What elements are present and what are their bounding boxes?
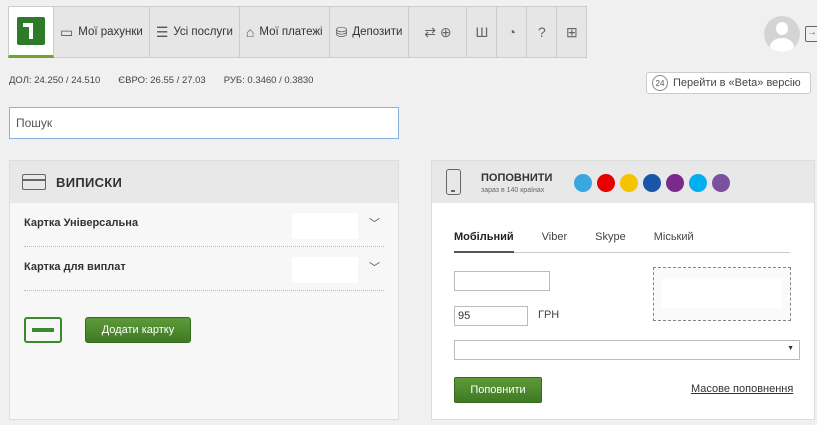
add-card-button[interactable]: Додати картку [85, 317, 191, 343]
card-name: Картка Універсальна [24, 217, 139, 229]
cart-icon[interactable]: ⊞ [557, 6, 588, 58]
topup-submit-button[interactable]: Поповнити [454, 377, 542, 403]
rate-rub: РУБ: 0.3460 / 0.3830 [223, 75, 314, 86]
chevron-down-icon[interactable]: ﹀ [369, 259, 380, 275]
top-navigation: ▭ Мої рахунки ☰ Усі послуги ⌂ Мої платежі ⛁… [0, 0, 817, 64]
phone-number-input[interactable] [454, 271, 550, 291]
rate-eur: ЄВРО: 26.55 / 27.03 [118, 75, 206, 86]
card-select-box[interactable] [653, 267, 791, 321]
topup-tabs: Мобільний Viber Skype Міський [454, 231, 790, 253]
operator-list [574, 174, 730, 192]
card-name: Картка для виплат [24, 261, 126, 273]
rate-usd: ДОЛ: 24.250 / 24.510 [9, 75, 101, 86]
tab-my-accounts[interactable]: ▭ Мої рахунки [54, 6, 150, 58]
peoplenet-icon[interactable] [666, 174, 684, 192]
transfer-icon[interactable]: ⇄ ⊕ [409, 6, 468, 58]
card-icon [22, 174, 46, 190]
tab-deposits[interactable]: ⛁ Депозити [329, 6, 410, 58]
list-icon: ☰ [155, 23, 169, 40]
currency-label: ГРН [538, 309, 560, 321]
tab-my-payments[interactable]: ⌂ Мої платежі [239, 6, 330, 58]
tab-label: Усі послуги [173, 26, 233, 38]
topup-title: ПОПОВНИТИ [481, 172, 553, 184]
logo-icon [17, 17, 45, 45]
tab-all-services[interactable]: ☰ Усі послуги [149, 6, 240, 58]
kyivstar-icon[interactable] [574, 174, 592, 192]
viber-icon[interactable] [712, 174, 730, 192]
timer-icon[interactable]: ◔ [497, 6, 528, 58]
mass-topup-link[interactable]: Масове поповнення [691, 383, 793, 395]
help-icon[interactable]: ? [527, 6, 558, 58]
coins-icon: ⛁ [335, 23, 348, 40]
exchange-rates: ДОЛ: 24.250 / 24.510 ЄВРО: 26.55 / 27.03… [9, 75, 325, 86]
topup-panel: ПОПОВНИТИ зараз в 140 країнах Мобільний … [431, 160, 815, 420]
nav-bar: ▭ Мої рахунки ☰ Усі послуги ⌂ Мої платежі ⛁… [8, 6, 588, 58]
lifecell-icon[interactable] [620, 174, 638, 192]
tab-viber[interactable]: Viber [542, 231, 567, 252]
trident-icon[interactable]: Ш [467, 6, 498, 58]
statements-header: ВИПИСКИ [10, 161, 398, 203]
card-row[interactable]: Картка Універсальна ﹀ [24, 203, 384, 247]
tab-skype[interactable]: Skype [595, 231, 626, 252]
tab-label: Мої рахунки [78, 26, 143, 38]
add-card-icon [24, 317, 62, 343]
tab-label: Мої платежі [259, 26, 323, 38]
phone-icon [446, 169, 461, 195]
topup-header: ПОПОВНИТИ зараз в 140 країнах [432, 161, 814, 203]
house-icon: ⌂ [245, 24, 255, 40]
tab-label: Депозити [352, 26, 403, 38]
amount-input[interactable]: 95 [454, 306, 528, 326]
card-select-inner [662, 278, 782, 308]
vodafone-icon[interactable] [597, 174, 615, 192]
logout-icon[interactable]: → [805, 26, 817, 42]
beta-label: Перейти в «Beta» версію [673, 77, 801, 89]
source-card-select[interactable]: ▼ [454, 340, 800, 360]
intertelecom-icon[interactable] [643, 174, 661, 192]
skype-icon[interactable] [689, 174, 707, 192]
card-balance [292, 213, 358, 239]
card-row[interactable]: Картка для виплат ﹀ [24, 247, 384, 291]
dropdown-arrow-icon: ▼ [787, 345, 794, 352]
statements-panel: ВИПИСКИ Картка Універсальна ﹀ Картка для… [9, 160, 399, 420]
card-balance [292, 257, 358, 283]
beta-count-badge: 24 [652, 75, 668, 91]
topup-subtitle: зараз в 140 країнах [481, 187, 545, 194]
search-input[interactable] [9, 107, 399, 139]
tab-landline[interactable]: Міський [654, 231, 694, 252]
card-icon: ▭ [60, 23, 74, 40]
user-avatar[interactable] [764, 16, 800, 52]
tab-mobile[interactable]: Мобільний [454, 231, 514, 253]
chevron-down-icon[interactable]: ﹀ [369, 215, 380, 231]
beta-version-button[interactable]: 24 Перейти в «Beta» версію [646, 72, 811, 94]
statements-title: ВИПИСКИ [56, 174, 123, 190]
privatbank-logo[interactable] [8, 6, 54, 58]
